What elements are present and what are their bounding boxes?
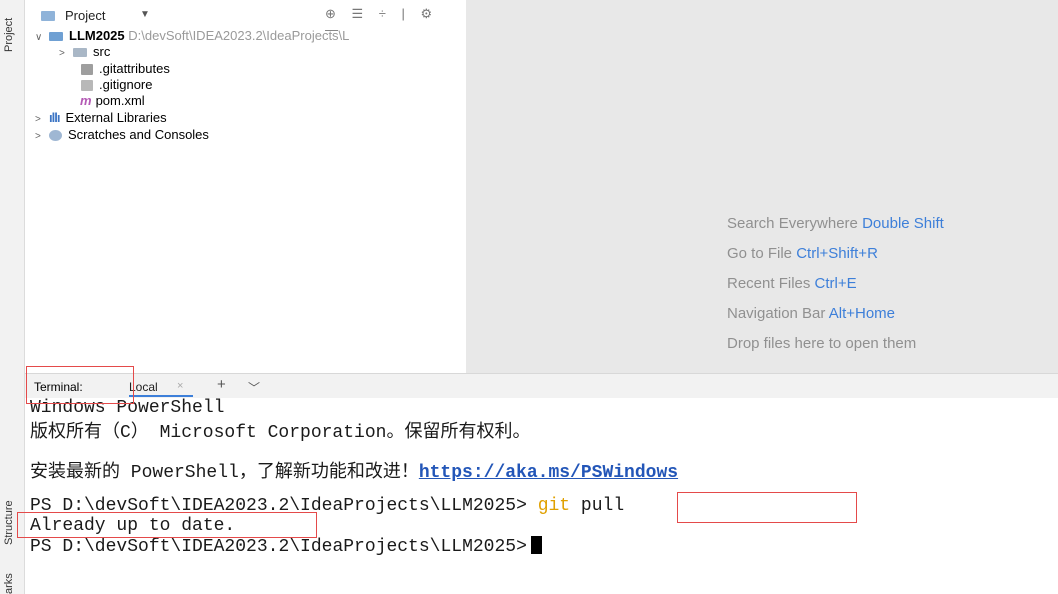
- tree-item-external-libraries[interactable]: > ıllı External Libraries: [35, 110, 167, 126]
- left-tool-strip: Project Structure arks: [0, 0, 25, 594]
- project-view-selector[interactable]: Project: [65, 8, 105, 23]
- new-tab-icon[interactable]: +: [217, 376, 226, 393]
- highlight-box-git-pull: [677, 492, 857, 523]
- chevron-right-icon[interactable]: >: [35, 129, 49, 145]
- chevron-down-icon[interactable]: ∨: [35, 30, 49, 46]
- highlight-box-up-to-date: [17, 512, 317, 538]
- project-tool-button[interactable]: Project: [3, 18, 15, 52]
- file-icon: [81, 64, 93, 76]
- tree-item-label: .gitignore: [99, 77, 153, 92]
- chevron-down-icon[interactable]: ﹀: [248, 379, 260, 396]
- hint-drop-files: Drop files here to open them: [727, 335, 917, 352]
- folder-icon: [73, 48, 87, 58]
- terminal-line: 版权所有（C） Microsoft Corporation。保留所有权利。: [30, 423, 531, 443]
- powershell-link[interactable]: https://aka.ms/PSWindows: [419, 463, 678, 483]
- tree-item-label: External Libraries: [65, 110, 167, 125]
- scratches-icon: [49, 130, 62, 142]
- terminal-prompt-line: PS D:\devSoft\IDEA2023.2\IdeaProjects\LL…: [30, 536, 542, 557]
- maven-icon: m: [80, 93, 92, 108]
- bookmarks-tool-button[interactable]: arks: [3, 573, 15, 594]
- highlight-box-terminal: [26, 366, 134, 404]
- tree-item-pom-xml[interactable]: m pom.xml: [80, 93, 145, 109]
- library-icon: ıllı: [49, 110, 60, 125]
- tree-item-label: .gitattributes: [99, 61, 170, 76]
- chevron-down-icon[interactable]: ▼: [140, 9, 150, 20]
- active-tab-indicator: [129, 395, 193, 397]
- chevron-right-icon[interactable]: >: [35, 112, 49, 128]
- project-panel: Project ▼ ⊕ ☰ ÷ | ⚙ — ∨ LLM2025 D:\devSof…: [25, 0, 465, 373]
- tree-item-scratches[interactable]: > Scratches and Consoles: [35, 127, 209, 143]
- project-view-icon: [41, 11, 55, 21]
- gitignore-file-icon: [81, 80, 93, 92]
- hint-go-to-file: Go to File Ctrl+Shift+R: [727, 245, 878, 262]
- hint-search-everywhere: Search Everywhere Double Shift: [727, 215, 944, 232]
- tree-item-src[interactable]: > src: [59, 44, 110, 60]
- tree-item-label: Scratches and Consoles: [68, 127, 209, 142]
- chevron-right-icon[interactable]: >: [59, 46, 73, 62]
- tree-item-gitignore[interactable]: .gitignore: [81, 77, 152, 93]
- project-panel-header: Project ▼ ⊕ ☰ ÷ | ⚙ —: [25, 0, 465, 37]
- tree-item-label: pom.xml: [95, 93, 145, 108]
- git-command: git: [537, 496, 571, 516]
- tree-item-label: LLM2025: [69, 28, 125, 43]
- tree-item-llm2025[interactable]: ∨ LLM2025 D:\devSoft\IDEA2023.2\IdeaProje…: [35, 28, 349, 44]
- tree-item-label: src: [93, 44, 111, 59]
- tree-item-gitattributes[interactable]: .gitattributes: [81, 61, 170, 77]
- module-folder-icon: [49, 32, 63, 42]
- terminal-line: 安装最新的 PowerShell，了解新功能和改进！https://aka.ms…: [30, 463, 679, 483]
- close-icon[interactable]: ×: [177, 380, 183, 392]
- hint-recent-files: Recent Files Ctrl+E: [727, 275, 857, 292]
- project-path: D:\devSoft\IDEA2023.2\IdeaProjects\L: [128, 28, 350, 43]
- terminal-header: Terminal: Local × + ﹀: [25, 373, 1058, 398]
- structure-tool-button[interactable]: Structure: [3, 500, 15, 545]
- hint-navigation-bar: Navigation Bar Alt+Home: [727, 305, 896, 322]
- terminal-cursor: [530, 536, 542, 554]
